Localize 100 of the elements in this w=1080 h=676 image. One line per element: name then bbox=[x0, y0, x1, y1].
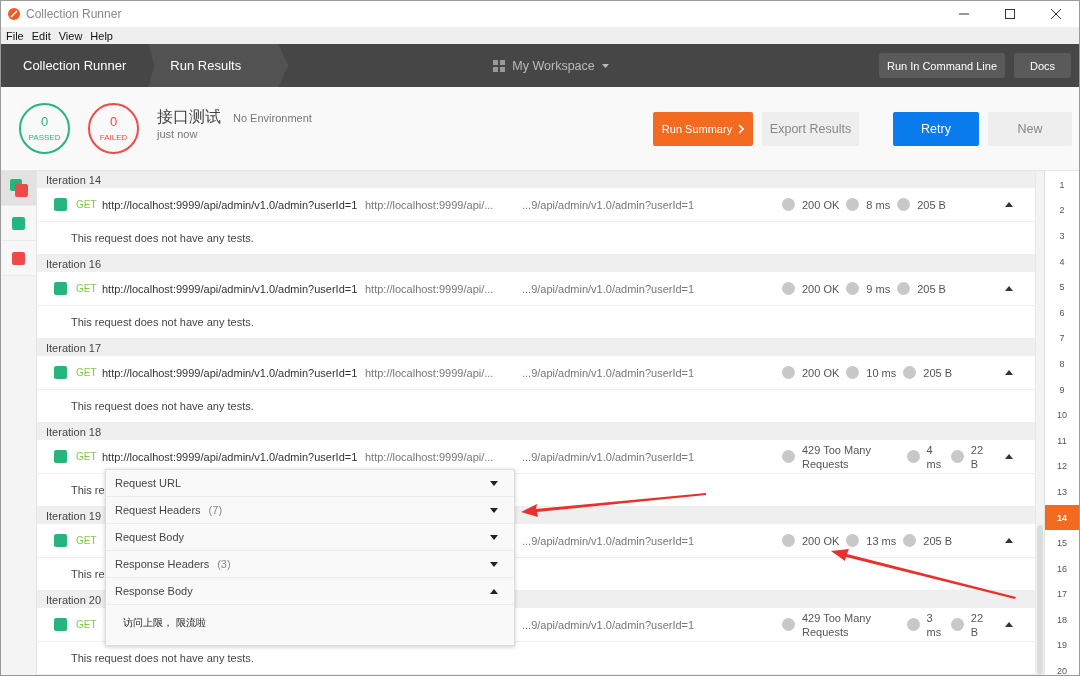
request-url: http://localhost:9999/api/admin/v1.0/admin?userId=1 bbox=[102, 450, 358, 463]
time-dot bbox=[846, 198, 860, 211]
menu-item[interactable]: File bbox=[6, 29, 24, 42]
request-method: GET bbox=[76, 619, 98, 630]
tests-message: This re bbox=[71, 568, 105, 580]
iteration-header: Iteration 18 bbox=[37, 423, 1035, 440]
grid-icon bbox=[493, 59, 506, 72]
tests-message: This request does not have any tests. bbox=[71, 652, 254, 664]
iteration-number[interactable]: 20 bbox=[1045, 658, 1079, 675]
collapse-caret-icon[interactable] bbox=[1005, 202, 1013, 207]
breadcrumb-tab[interactable]: Run Results bbox=[148, 44, 289, 87]
caret-down-icon bbox=[601, 63, 609, 68]
details-section[interactable]: Response Body bbox=[106, 578, 514, 605]
url-tail: ...9/api/admin/v1.0/admin?userId=1 bbox=[522, 450, 695, 463]
status-dot bbox=[782, 450, 795, 463]
collapse-caret-icon[interactable] bbox=[1005, 538, 1013, 543]
details-section[interactable]: Request Headers (7) bbox=[106, 497, 514, 524]
tests-message: This re bbox=[71, 484, 105, 496]
nav-button[interactable]: Run In Command Line bbox=[878, 53, 1005, 78]
details-section[interactable]: Request URL bbox=[106, 470, 514, 497]
url-tail: ...9/api/admin/v1.0/admin?userId=1 bbox=[522, 282, 695, 295]
chevron-right-icon bbox=[738, 123, 745, 134]
iteration-number[interactable]: 1 bbox=[1045, 172, 1079, 198]
request-method: GET bbox=[76, 451, 98, 462]
tests-message: This request does not have any tests. bbox=[71, 400, 254, 412]
url-tail: ...9/api/admin/v1.0/admin?userId=1 bbox=[522, 618, 695, 631]
status-dot bbox=[782, 366, 795, 379]
request-url: http://localhost:9999/api/admin/v1.0/admin?userId=1 bbox=[102, 198, 358, 211]
iteration-number[interactable]: 4 bbox=[1045, 248, 1079, 275]
collapse-caret-icon[interactable] bbox=[1005, 370, 1013, 375]
window-title: Collection Runner bbox=[26, 7, 122, 21]
maximize-icon[interactable] bbox=[1005, 9, 1015, 19]
close-icon[interactable] bbox=[1051, 9, 1061, 19]
request-marker-icon bbox=[54, 198, 67, 211]
status-code: 200 OK bbox=[802, 197, 840, 212]
time-dot bbox=[906, 450, 920, 463]
environment-label: No Environment bbox=[233, 112, 312, 124]
collapse-caret-icon[interactable] bbox=[1005, 454, 1013, 459]
iteration-number[interactable]: 9 bbox=[1045, 376, 1079, 403]
response-time: 9 ms bbox=[866, 281, 891, 296]
iteration-header: Iteration 16 bbox=[37, 255, 1035, 272]
details-section[interactable]: Response Headers (3) bbox=[106, 551, 514, 578]
menu-item[interactable]: Edit bbox=[31, 29, 51, 42]
scrollbar[interactable] bbox=[1035, 171, 1044, 675]
resolved-url: http://localhost:9999/api/... bbox=[365, 366, 494, 379]
iteration-number[interactable]: 2 bbox=[1045, 197, 1079, 224]
status-code: 429 Too Many Requests bbox=[802, 610, 872, 639]
request-marker-icon bbox=[54, 534, 67, 547]
status-dot bbox=[782, 534, 795, 547]
iteration-number[interactable]: 5 bbox=[1045, 274, 1079, 300]
menu-item[interactable]: View bbox=[58, 29, 83, 42]
filter-tab[interactable] bbox=[1, 171, 36, 206]
iteration-number[interactable]: 11 bbox=[1045, 427, 1079, 454]
iteration-number[interactable]: 13 bbox=[1045, 479, 1079, 505]
failed-counter: 0 FAILED bbox=[88, 103, 139, 154]
iteration-number[interactable]: 10 bbox=[1045, 402, 1079, 428]
request-method: GET bbox=[76, 199, 98, 210]
request-marker-icon bbox=[54, 618, 67, 631]
size-dot bbox=[903, 366, 917, 379]
details-section[interactable]: Request Body bbox=[106, 524, 514, 551]
iteration-number[interactable]: 6 bbox=[1045, 299, 1079, 326]
menu-item[interactable]: Help bbox=[90, 29, 113, 42]
nav-button[interactable]: Docs bbox=[1014, 53, 1071, 78]
passed-counter: 0 PASSED bbox=[19, 103, 70, 154]
response-time: 8 ms bbox=[866, 197, 891, 212]
tests-message: This request does not have any tests. bbox=[71, 232, 254, 244]
iteration-number[interactable]: 7 bbox=[1045, 325, 1079, 352]
iteration-number[interactable]: 3 bbox=[1045, 223, 1079, 249]
breadcrumb-tab[interactable]: Collection Runner bbox=[1, 44, 149, 87]
collapse-caret-icon[interactable] bbox=[1005, 622, 1013, 627]
caret-down-icon bbox=[490, 507, 498, 513]
url-tail: ...9/api/admin/v1.0/admin?userId=1 bbox=[522, 366, 695, 379]
resolved-url: http://localhost:9999/api/... bbox=[365, 282, 494, 295]
response-time: 4 ms bbox=[926, 442, 943, 471]
request-marker-icon bbox=[54, 366, 67, 379]
response-time: 3 ms bbox=[926, 610, 943, 639]
status-code: 429 Too Many Requests bbox=[802, 442, 872, 471]
iteration-number[interactable]: 19 bbox=[1045, 632, 1079, 659]
status-dot bbox=[782, 282, 795, 295]
url-tail: ...9/api/admin/v1.0/admin?userId=1 bbox=[522, 534, 695, 547]
iteration-number[interactable]: 15 bbox=[1045, 530, 1079, 556]
request-url: http://localhost:9999/api/admin/v1.0/admin?userId=1 bbox=[102, 282, 358, 295]
caret-down-icon bbox=[490, 534, 498, 540]
size-dot bbox=[950, 618, 964, 631]
size-dot bbox=[897, 282, 911, 295]
caret-up-icon bbox=[490, 588, 498, 594]
iteration-number[interactable]: 18 bbox=[1045, 607, 1079, 633]
passed-icon bbox=[12, 216, 25, 230]
tests-message: This request does not have any tests. bbox=[71, 316, 254, 328]
iteration-number[interactable]: 12 bbox=[1045, 453, 1079, 480]
request-method: GET bbox=[76, 535, 98, 546]
iteration-number[interactable]: 8 bbox=[1045, 351, 1079, 377]
iteration-number[interactable]: 17 bbox=[1045, 581, 1079, 608]
iteration-number[interactable]: 16 bbox=[1045, 555, 1079, 582]
request-method: GET bbox=[76, 367, 98, 378]
response-body-text: 访问上限， 限流啦 bbox=[123, 617, 206, 628]
workspace-dropdown[interactable]: My Workspace bbox=[493, 58, 609, 73]
action-button[interactable]: Retry bbox=[893, 111, 979, 146]
response-size: 205 B bbox=[923, 533, 953, 548]
collapse-caret-icon[interactable] bbox=[1005, 286, 1013, 291]
